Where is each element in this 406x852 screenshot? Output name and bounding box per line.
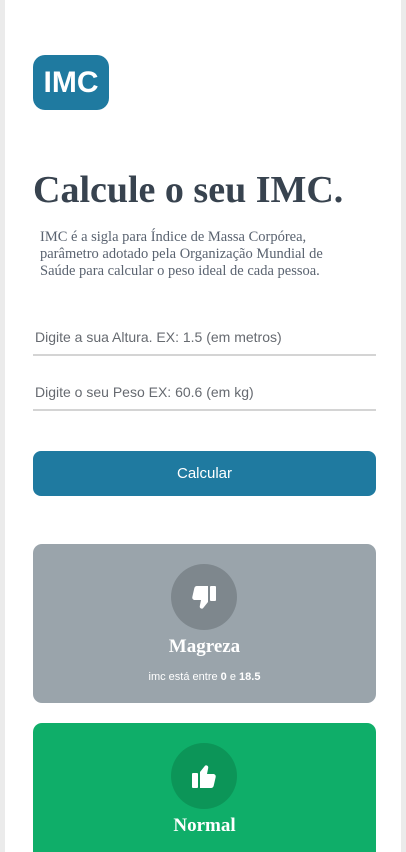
range-max: 18.5 xyxy=(239,671,261,683)
result-range-text: imc está entre 0 e 18.5 xyxy=(148,671,261,683)
result-card-thin: Magreza imc está entre 0 e 18.5 xyxy=(33,544,376,703)
result-card-normal: Normal xyxy=(33,723,376,852)
result-title: Normal xyxy=(173,815,236,836)
range-min: 0 xyxy=(220,671,227,683)
thumbs-down-icon xyxy=(171,564,237,630)
page-title: Calcule o seu IMC. xyxy=(33,169,344,211)
imc-logo: IMC xyxy=(33,55,109,110)
calculate-button[interactable]: Calcular xyxy=(33,451,376,496)
result-title: Magreza xyxy=(168,636,241,657)
page-description: IMC é a sigla para Índice de Massa Corpó… xyxy=(40,229,323,279)
height-input[interactable] xyxy=(33,320,376,356)
logo-text: IMC xyxy=(43,65,99,99)
weight-input[interactable] xyxy=(33,375,376,411)
thumbs-up-icon xyxy=(171,743,237,809)
imc-page: IMC Calcule o seu IMC. IMC é a sigla par… xyxy=(5,0,401,852)
